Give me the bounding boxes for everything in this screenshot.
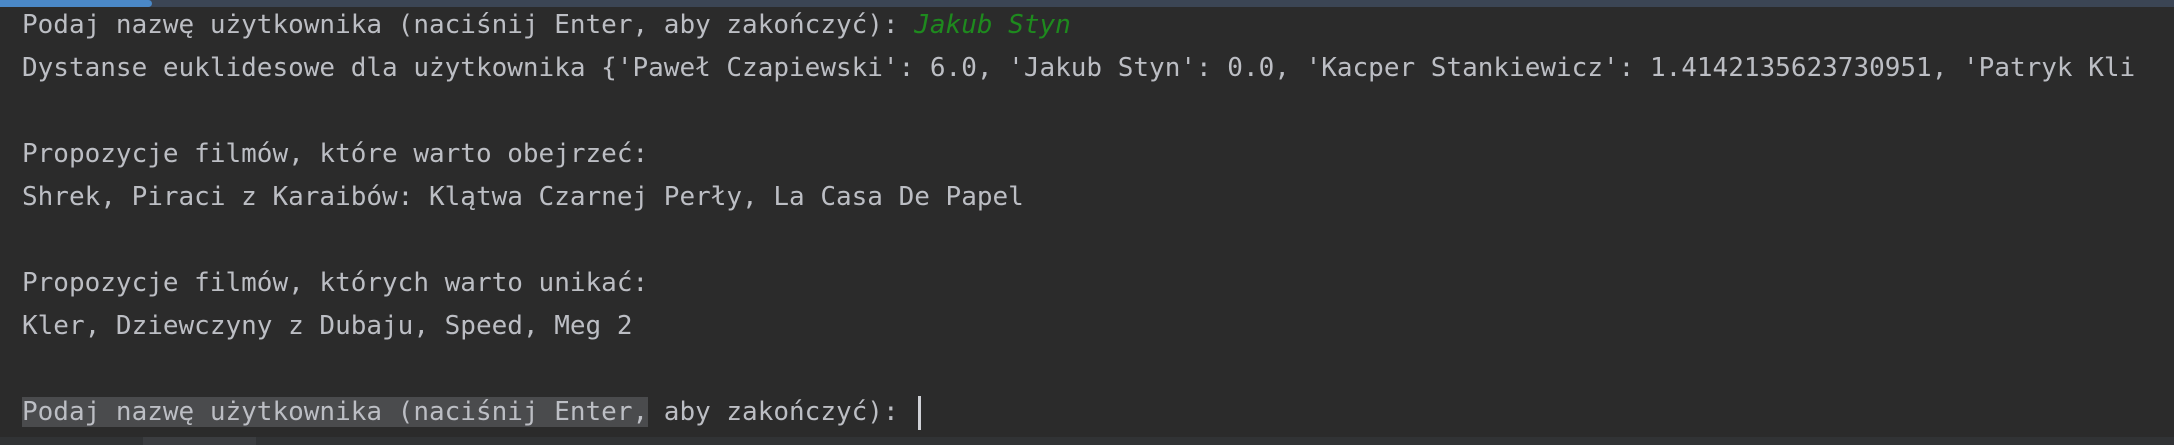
console-line-prompt-active[interactable]: Podaj nazwę użytkownika (naciśnij Enter,…	[22, 391, 2172, 434]
horizontal-scrollbar[interactable]	[0, 437, 2174, 445]
console-line-distances: Dystanse euklidesowe dla użytkownika {'P…	[22, 53, 2136, 83]
prompt-text: aby zakończyć):	[648, 397, 915, 427]
selected-text: Podaj nazwę użytkownika (naciśnij Enter,	[22, 397, 649, 427]
recommend-header: Propozycje filmów, które warto obejrzeć:	[22, 139, 649, 169]
console-output[interactable]: Podaj nazwę użytkownika (naciśnij Enter,…	[22, 4, 2172, 434]
user-input-text: Jakub Styn	[914, 10, 1071, 40]
recommend-list: Shrek, Piraci z Karaibów: Klątwa Czarnej…	[22, 182, 1024, 212]
avoid-list: Kler, Dziewczyny z Dubaju, Speed, Meg 2	[22, 311, 633, 341]
console-line-prompt: Podaj nazwę użytkownika (naciśnij Enter,…	[22, 4, 2172, 47]
text-caret	[918, 395, 922, 430]
avoid-header: Propozycje filmów, których warto unikać:	[22, 268, 649, 298]
scrollbar-thumb[interactable]	[143, 437, 256, 445]
prompt-text: Podaj nazwę użytkownika (naciśnij Enter,…	[22, 10, 915, 40]
